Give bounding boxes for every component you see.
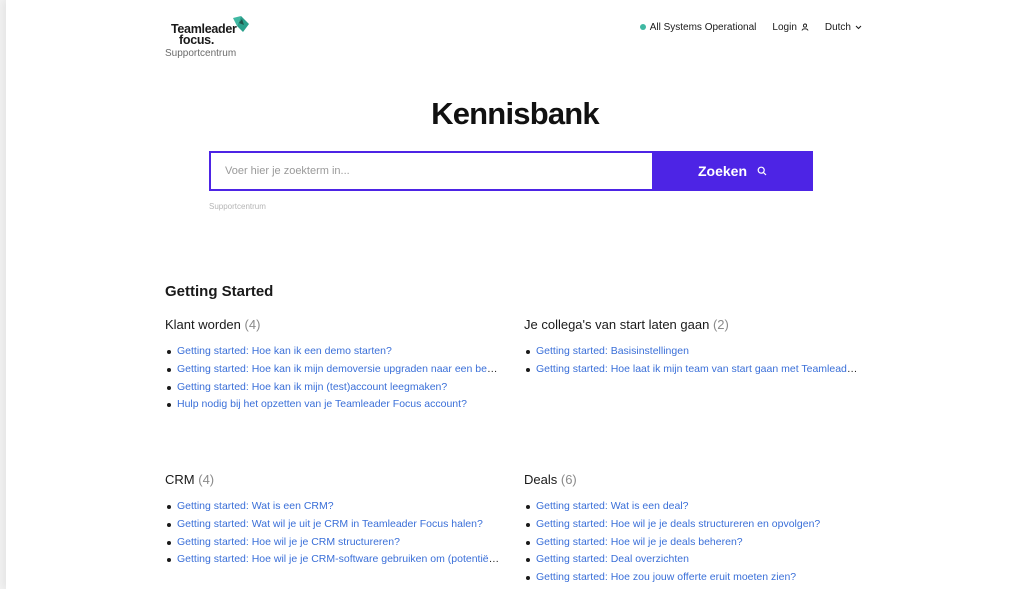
list-item: Getting started: Hoe wil je je deals str… bbox=[524, 516, 859, 534]
bullet-icon bbox=[526, 350, 530, 354]
article-link[interactable]: Getting started: Hoe kan ik een demo sta… bbox=[177, 345, 392, 357]
list-item: Getting started: Basisinstellingen bbox=[524, 343, 859, 361]
list-item: Getting started: Deal overzichten bbox=[524, 551, 859, 569]
search-bar: Zoeken bbox=[209, 151, 813, 191]
category-title[interactable]: Deals (6) bbox=[524, 472, 859, 487]
login-label: Login bbox=[772, 21, 797, 33]
bullet-icon bbox=[167, 403, 171, 408]
article-link[interactable]: Getting started: Wat is een deal? bbox=[536, 500, 689, 512]
category-title[interactable]: Je collega's van start laten gaan (2) bbox=[524, 317, 859, 332]
status-link[interactable]: All Systems Operational bbox=[639, 21, 757, 33]
search-button-label: Zoeken bbox=[697, 163, 747, 179]
header: Teamleader focus. Supportcentrum All Sys… bbox=[6, 0, 1024, 70]
article-link[interactable]: Getting started: Hoe wil je je deals beh… bbox=[536, 536, 743, 548]
list-item: Getting started: Hoe kan ik mijn (test)a… bbox=[165, 379, 500, 397]
logo-wordmark: Teamleader focus. bbox=[171, 23, 251, 47]
list-item: Getting started: Wat is een CRM? bbox=[165, 498, 500, 516]
category-count: (4) bbox=[244, 317, 261, 332]
category-count: (6) bbox=[560, 472, 577, 487]
status-label: All Systems Operational bbox=[649, 21, 757, 33]
list-item: Getting started: Wat wil je uit je CRM i… bbox=[165, 516, 500, 534]
bullet-icon bbox=[526, 558, 530, 563]
bullet-icon bbox=[167, 350, 171, 354]
top-nav: All Systems Operational Login Dutch bbox=[639, 20, 862, 34]
bullet-icon bbox=[167, 505, 171, 509]
article-link[interactable]: Getting started: Basisinstellingen bbox=[536, 345, 689, 357]
category-title[interactable]: Klant worden (4) bbox=[165, 317, 500, 332]
bullet-icon bbox=[167, 540, 171, 545]
list-item: Hulp nodig bij het opzetten van je Teaml… bbox=[165, 396, 500, 414]
category-title-text: Deals bbox=[524, 472, 558, 487]
chevron-down-icon bbox=[855, 25, 862, 29]
category-deals: Deals (6) Getting started: Wat is een de… bbox=[524, 472, 859, 587]
section-title: Getting Started bbox=[165, 283, 274, 300]
page-title: Kennisbank bbox=[431, 96, 600, 131]
bullet-icon bbox=[526, 576, 530, 581]
list-item: Getting started: Hoe wil je je deals beh… bbox=[524, 534, 859, 552]
list-item: Getting started: Hoe wil je je CRM struc… bbox=[165, 534, 500, 552]
status-dot-icon bbox=[639, 24, 646, 30]
search-button[interactable]: Zoeken bbox=[652, 151, 813, 191]
article-link[interactable]: Getting started: Wat is een CRM? bbox=[177, 500, 334, 512]
category-klant-worden: Klant worden (4) Getting started: Hoe ka… bbox=[165, 317, 500, 414]
bullet-icon bbox=[526, 540, 530, 545]
article-link[interactable]: Getting started: Hoe wil je je CRM-softw… bbox=[177, 553, 500, 565]
article-link[interactable]: Getting started: Deal overzichten bbox=[536, 553, 689, 565]
breadcrumb[interactable]: Supportcentrum bbox=[209, 202, 266, 211]
page: Teamleader focus. Supportcentrum All Sys… bbox=[6, 0, 1024, 589]
logo[interactable]: Teamleader focus. Supportcentrum bbox=[165, 16, 255, 60]
language-label: Dutch bbox=[824, 21, 851, 33]
login-link[interactable]: Login bbox=[772, 21, 809, 33]
article-link[interactable]: Hulp nodig bij het opzetten van je Teaml… bbox=[177, 398, 467, 410]
category-crm: CRM (4) Getting started: Wat is een CRM?… bbox=[165, 472, 500, 569]
search-input[interactable] bbox=[209, 151, 652, 191]
category-title[interactable]: CRM (4) bbox=[165, 472, 500, 487]
article-list: Getting started: Basisinstellingen Getti… bbox=[524, 343, 859, 379]
language-dropdown[interactable]: Dutch bbox=[825, 22, 862, 33]
list-item: Getting started: Hoe zou jouw offerte er… bbox=[524, 569, 859, 587]
article-link[interactable]: Getting started: Hoe wil je je deals str… bbox=[536, 518, 820, 530]
list-item: Getting started: Wat is een deal? bbox=[524, 498, 859, 516]
article-link[interactable]: Getting started: Hoe kan ik mijn (test)a… bbox=[177, 381, 447, 393]
bullet-icon bbox=[526, 522, 530, 527]
list-item: Getting started: Hoe kan ik een demo sta… bbox=[165, 343, 500, 361]
list-item: Getting started: Hoe kan ik mijn demover… bbox=[165, 361, 500, 379]
category-title-text: Klant worden bbox=[165, 317, 241, 332]
bullet-icon bbox=[167, 367, 171, 372]
article-link[interactable]: Getting started: Wat wil je uit je CRM i… bbox=[177, 518, 483, 530]
article-link[interactable]: Getting started: Hoe zou jouw offerte er… bbox=[536, 571, 796, 583]
article-list: Getting started: Wat is een deal? Gettin… bbox=[524, 498, 859, 587]
category-title-text: Je collega's van start laten gaan bbox=[524, 317, 710, 332]
logo-subtitle: Supportcentrum bbox=[165, 48, 237, 59]
bullet-icon bbox=[167, 522, 171, 527]
category-title-text: CRM bbox=[165, 472, 195, 487]
article-link[interactable]: Getting started: Hoe laat ik mijn team v… bbox=[536, 363, 859, 375]
category-count: (2) bbox=[712, 317, 729, 332]
article-link[interactable]: Getting started: Hoe kan ik mijn demover… bbox=[177, 363, 500, 375]
list-item: Getting started: Hoe wil je je CRM-softw… bbox=[165, 551, 500, 569]
search-icon bbox=[757, 166, 767, 176]
bullet-icon bbox=[167, 385, 171, 390]
article-list: Getting started: Hoe kan ik een demo sta… bbox=[165, 343, 500, 414]
category-collegas: Je collega's van start laten gaan (2) Ge… bbox=[524, 317, 859, 379]
logo-line2: focus. bbox=[179, 33, 215, 47]
category-count: (4) bbox=[198, 472, 215, 487]
user-icon bbox=[801, 23, 809, 31]
article-list: Getting started: Wat is een CRM? Getting… bbox=[165, 498, 500, 569]
list-item: Getting started: Hoe laat ik mijn team v… bbox=[524, 361, 859, 379]
bullet-icon bbox=[167, 558, 171, 563]
bullet-icon bbox=[526, 505, 530, 509]
bullet-icon bbox=[526, 367, 530, 372]
article-link[interactable]: Getting started: Hoe wil je je CRM struc… bbox=[177, 536, 400, 548]
